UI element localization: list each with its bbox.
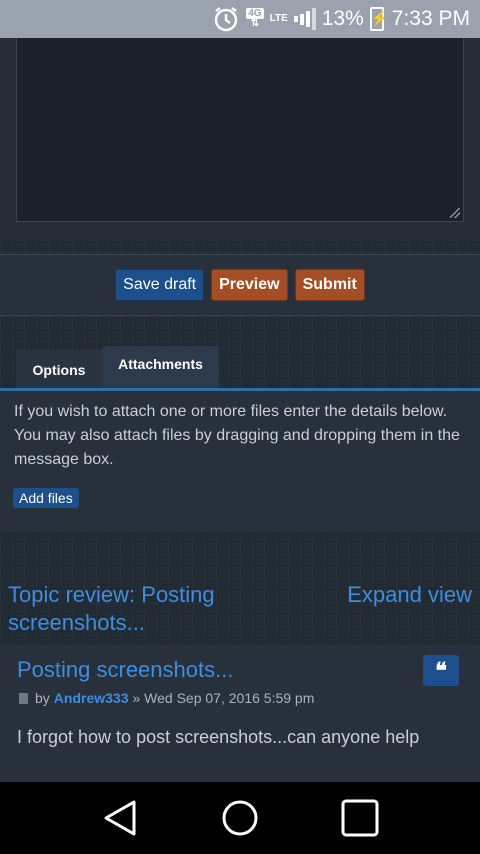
add-files-button[interactable]: Add files [13, 488, 79, 508]
navigation-bar [0, 782, 480, 854]
post-meta: by Andrew333 » Wed Sep 07, 2016 5:59 pm [19, 690, 314, 706]
battery-charging-icon [369, 7, 388, 31]
tabs-bar: Options Attachments [0, 316, 480, 390]
home-icon[interactable] [215, 793, 265, 843]
recents-icon[interactable] [335, 793, 385, 843]
message-textarea[interactable] [16, 38, 464, 222]
quote-icon[interactable]: ❝ [423, 655, 459, 686]
post-by: by [35, 690, 50, 706]
expand-view-link[interactable]: Expand view [347, 581, 472, 609]
preview-button[interactable]: Preview [211, 269, 288, 301]
network-indicator: 4G ⇅ [246, 8, 264, 29]
post-body: I forgot how to post screenshots...can a… [17, 727, 420, 747]
post-author-link[interactable]: Andrew333 [54, 690, 129, 706]
separator [0, 240, 480, 254]
attachments-panel: If you wish to attach one or more files … [0, 391, 480, 531]
post-actions: Save draft Preview Submit [0, 254, 480, 316]
tab-options[interactable]: Options [16, 350, 102, 390]
status-bar: 4G⇅ LTE 13% 7:33 PM [0, 0, 480, 38]
attachments-instructions: If you wish to attach one or more files … [14, 403, 460, 468]
back-icon[interactable] [95, 793, 145, 843]
post-item: Posting screenshots... ❝ by Andrew333 » … [0, 645, 480, 782]
message-area [0, 38, 480, 241]
lte-indicator: LTE [269, 13, 288, 24]
post-title[interactable]: Posting screenshots... [17, 657, 233, 683]
resize-handle-icon[interactable] [450, 208, 460, 218]
tab-attachments[interactable]: Attachments [102, 346, 219, 390]
topic-review-header: Topic review: Posting screenshots... Exp… [0, 531, 480, 645]
battery-percent: 13% [321, 7, 364, 30]
save-draft-button[interactable]: Save draft [115, 269, 205, 301]
post-date: » Wed Sep 07, 2016 5:59 pm [132, 690, 315, 706]
post-icon [19, 692, 28, 704]
clock: 7:33 PM [391, 7, 470, 30]
signal-icon [293, 8, 316, 30]
alarm-icon [212, 5, 240, 33]
submit-button[interactable]: Submit [294, 269, 365, 301]
topic-review-title: Topic review: Posting screenshots... [8, 582, 215, 635]
